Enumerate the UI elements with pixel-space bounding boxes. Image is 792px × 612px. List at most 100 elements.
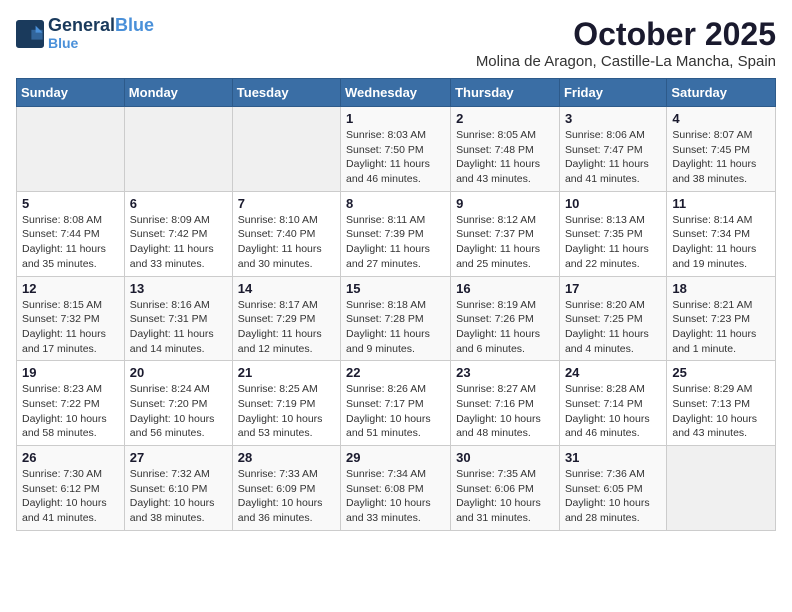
day-info: Sunrise: 8:03 AM Sunset: 7:50 PM Dayligh… — [346, 128, 445, 187]
calendar-header: SundayMondayTuesdayWednesdayThursdayFrid… — [17, 79, 776, 107]
calendar-cell: 9 Sunrise: 8:12 AM Sunset: 7:37 PM Daylig… — [451, 191, 560, 276]
calendar-cell: 26Sunrise: 7:30 AM Sunset: 6:12 PM Dayli… — [17, 446, 125, 531]
calendar-cell: 8 Sunrise: 8:11 AM Sunset: 7:39 PM Daylig… — [341, 191, 451, 276]
day-number: 25 — [672, 365, 770, 380]
calendar-cell: 23Sunrise: 8:27 AM Sunset: 7:16 PM Dayli… — [451, 361, 560, 446]
day-info: Sunrise: 8:14 AM Sunset: 7:34 PM Dayligh… — [672, 213, 770, 272]
calendar-cell: 13Sunrise: 8:16 AM Sunset: 7:31 PM Dayli… — [124, 276, 232, 361]
day-number: 31 — [565, 450, 661, 465]
calendar-title: October 2025 — [476, 16, 776, 53]
day-info: Sunrise: 8:12 AM Sunset: 7:37 PM Dayligh… — [456, 213, 554, 272]
day-info: Sunrise: 8:06 AM Sunset: 7:47 PM Dayligh… — [565, 128, 661, 187]
day-number: 7 — [238, 196, 335, 211]
week-row-3: 19 Sunrise: 8:23 AM Sunset: 7:22 PM Dayli… — [17, 361, 776, 446]
day-number: 29 — [346, 450, 445, 465]
header-row: SundayMondayTuesdayWednesdayThursdayFrid… — [17, 79, 776, 107]
day-info: Sunrise: 8:24 AM Sunset: 7:20 PM Dayligh… — [130, 382, 227, 441]
day-number: 28 — [238, 450, 335, 465]
day-number: 3 — [565, 111, 661, 126]
day-info: Sunrise: 8:18 AM Sunset: 7:28 PM Dayligh… — [346, 298, 445, 357]
title-block: October 2025 Molina de Aragon, Castille-… — [476, 16, 776, 70]
header-day-thursday: Thursday — [451, 79, 560, 107]
day-info: Sunrise: 8:11 AM Sunset: 7:39 PM Dayligh… — [346, 213, 445, 272]
logo-text: GeneralBlue Blue — [48, 16, 154, 51]
day-number: 19 — [22, 365, 119, 380]
calendar-cell: 7Sunrise: 8:10 AM Sunset: 7:40 PM Daylig… — [232, 191, 340, 276]
day-info: Sunrise: 8:16 AM Sunset: 7:31 PM Dayligh… — [130, 298, 227, 357]
day-number: 10 — [565, 196, 661, 211]
calendar-cell: 6Sunrise: 8:09 AM Sunset: 7:42 PM Daylig… — [124, 191, 232, 276]
week-row-1: 5 Sunrise: 8:08 AM Sunset: 7:44 PM Daylig… — [17, 191, 776, 276]
calendar-cell: 27 Sunrise: 7:32 AM Sunset: 6:10 PM Dayli… — [124, 446, 232, 531]
day-info: Sunrise: 8:15 AM Sunset: 7:32 PM Dayligh… — [22, 298, 119, 357]
day-number: 11 — [672, 196, 770, 211]
day-info: Sunrise: 8:19 AM Sunset: 7:26 PM Dayligh… — [456, 298, 554, 357]
day-number: 20 — [130, 365, 227, 380]
day-number: 30 — [456, 450, 554, 465]
day-info: Sunrise: 8:07 AM Sunset: 7:45 PM Dayligh… — [672, 128, 770, 187]
calendar-cell: 11 Sunrise: 8:14 AM Sunset: 7:34 PM Dayli… — [667, 191, 776, 276]
calendar-subtitle: Molina de Aragon, Castille-La Mancha, Sp… — [476, 53, 776, 70]
calendar-cell: 29 Sunrise: 7:34 AM Sunset: 6:08 PM Dayli… — [341, 446, 451, 531]
calendar-cell: 10 Sunrise: 8:13 AM Sunset: 7:35 PM Dayli… — [559, 191, 666, 276]
header-day-wednesday: Wednesday — [341, 79, 451, 107]
calendar-cell: 15 Sunrise: 8:18 AM Sunset: 7:28 PM Dayli… — [341, 276, 451, 361]
day-number: 24 — [565, 365, 661, 380]
logo: GeneralBlue Blue — [16, 16, 154, 51]
calendar-cell: 21Sunrise: 8:25 AM Sunset: 7:19 PM Dayli… — [232, 361, 340, 446]
day-info: Sunrise: 8:23 AM Sunset: 7:22 PM Dayligh… — [22, 382, 119, 441]
calendar-body: 1 Sunrise: 8:03 AM Sunset: 7:50 PM Daylig… — [17, 107, 776, 531]
calendar-cell — [124, 107, 232, 192]
calendar-cell: 30 Sunrise: 7:35 AM Sunset: 6:06 PM Dayli… — [451, 446, 560, 531]
day-number: 12 — [22, 281, 119, 296]
day-info: Sunrise: 7:32 AM Sunset: 6:10 PM Dayligh… — [130, 467, 227, 526]
day-number: 15 — [346, 281, 445, 296]
day-info: Sunrise: 7:34 AM Sunset: 6:08 PM Dayligh… — [346, 467, 445, 526]
day-info: Sunrise: 8:21 AM Sunset: 7:23 PM Dayligh… — [672, 298, 770, 357]
day-number: 26 — [22, 450, 119, 465]
calendar-cell: 2 Sunrise: 8:05 AM Sunset: 7:48 PM Daylig… — [451, 107, 560, 192]
calendar-cell — [17, 107, 125, 192]
calendar-cell: 31Sunrise: 7:36 AM Sunset: 6:05 PM Dayli… — [559, 446, 666, 531]
calendar-cell: 17 Sunrise: 8:20 AM Sunset: 7:25 PM Dayli… — [559, 276, 666, 361]
day-number: 5 — [22, 196, 119, 211]
calendar-cell: 20 Sunrise: 8:24 AM Sunset: 7:20 PM Dayli… — [124, 361, 232, 446]
day-info: Sunrise: 8:29 AM Sunset: 7:13 PM Dayligh… — [672, 382, 770, 441]
day-number: 6 — [130, 196, 227, 211]
logo-icon — [16, 20, 44, 48]
day-number: 4 — [672, 111, 770, 126]
calendar-cell: 12 Sunrise: 8:15 AM Sunset: 7:32 PM Dayli… — [17, 276, 125, 361]
day-number: 8 — [346, 196, 445, 211]
day-info: Sunrise: 8:05 AM Sunset: 7:48 PM Dayligh… — [456, 128, 554, 187]
calendar-cell: 25 Sunrise: 8:29 AM Sunset: 7:13 PM Dayli… — [667, 361, 776, 446]
day-number: 1 — [346, 111, 445, 126]
header-day-monday: Monday — [124, 79, 232, 107]
page-header: GeneralBlue Blue October 2025 Molina de … — [16, 16, 776, 70]
header-day-sunday: Sunday — [17, 79, 125, 107]
day-info: Sunrise: 8:26 AM Sunset: 7:17 PM Dayligh… — [346, 382, 445, 441]
day-info: Sunrise: 7:35 AM Sunset: 6:06 PM Dayligh… — [456, 467, 554, 526]
day-info: Sunrise: 8:08 AM Sunset: 7:44 PM Dayligh… — [22, 213, 119, 272]
day-info: Sunrise: 8:13 AM Sunset: 7:35 PM Dayligh… — [565, 213, 661, 272]
day-number: 14 — [238, 281, 335, 296]
calendar-cell: 28 Sunrise: 7:33 AM Sunset: 6:09 PM Dayli… — [232, 446, 340, 531]
calendar-cell: 14Sunrise: 8:17 AM Sunset: 7:29 PM Dayli… — [232, 276, 340, 361]
day-info: Sunrise: 8:28 AM Sunset: 7:14 PM Dayligh… — [565, 382, 661, 441]
day-number: 9 — [456, 196, 554, 211]
calendar-cell: 18Sunrise: 8:21 AM Sunset: 7:23 PM Dayli… — [667, 276, 776, 361]
calendar-cell: 19 Sunrise: 8:23 AM Sunset: 7:22 PM Dayli… — [17, 361, 125, 446]
week-row-0: 1 Sunrise: 8:03 AM Sunset: 7:50 PM Daylig… — [17, 107, 776, 192]
day-number: 17 — [565, 281, 661, 296]
calendar-cell — [232, 107, 340, 192]
header-day-friday: Friday — [559, 79, 666, 107]
day-info: Sunrise: 8:20 AM Sunset: 7:25 PM Dayligh… — [565, 298, 661, 357]
day-info: Sunrise: 7:33 AM Sunset: 6:09 PM Dayligh… — [238, 467, 335, 526]
day-number: 27 — [130, 450, 227, 465]
calendar-cell: 5 Sunrise: 8:08 AM Sunset: 7:44 PM Daylig… — [17, 191, 125, 276]
calendar-cell: 4 Sunrise: 8:07 AM Sunset: 7:45 PM Daylig… — [667, 107, 776, 192]
day-number: 2 — [456, 111, 554, 126]
header-day-tuesday: Tuesday — [232, 79, 340, 107]
header-day-saturday: Saturday — [667, 79, 776, 107]
calendar-cell: 22Sunrise: 8:26 AM Sunset: 7:17 PM Dayli… — [341, 361, 451, 446]
calendar-cell: 24 Sunrise: 8:28 AM Sunset: 7:14 PM Dayli… — [559, 361, 666, 446]
